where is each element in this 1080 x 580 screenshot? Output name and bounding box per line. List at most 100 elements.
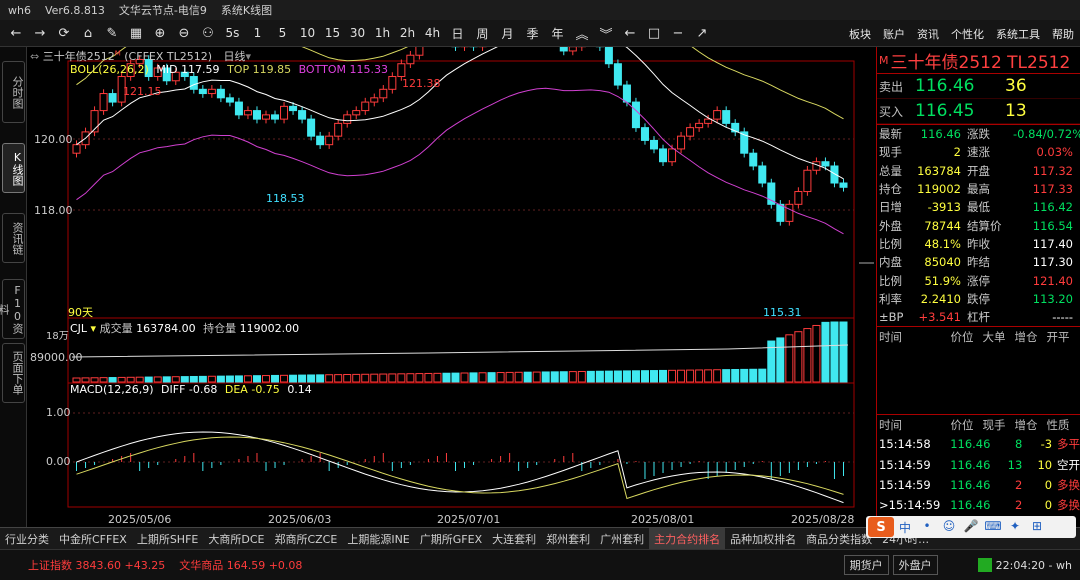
tick-volume: 2: [1014, 478, 1023, 492]
bottom-tab[interactable]: 广州套利: [595, 528, 649, 550]
period-button[interactable]: 5s: [220, 21, 245, 45]
refresh-icon[interactable]: ⟳: [52, 21, 76, 45]
volume-bar: [316, 374, 325, 383]
futures-account-button[interactable]: 期货户: [843, 555, 889, 575]
bottom-tab[interactable]: 上期能源INE: [342, 528, 414, 550]
index-2[interactable]: 文华商品 164.59 +0.08: [179, 557, 302, 573]
ime-item-icon[interactable]: ✦: [1004, 519, 1026, 536]
period-button[interactable]: 2h: [395, 21, 420, 45]
tab-order[interactable]: 页面下单: [2, 343, 25, 403]
period-button[interactable]: 4h: [420, 21, 445, 45]
home-icon[interactable]: ⌂: [76, 21, 100, 45]
bottom-tab[interactable]: 行业分类: [0, 528, 54, 550]
menu-item[interactable]: 帮助: [1052, 26, 1074, 42]
tab-timeshare[interactable]: 分时图: [2, 61, 25, 123]
tick-time: 15:14:59: [879, 478, 931, 492]
back-arrow-icon[interactable]: ←: [4, 21, 28, 45]
period-button[interactable]: 季: [520, 21, 545, 45]
menu-item[interactable]: 账户: [883, 26, 905, 42]
volume-bar: [207, 375, 216, 383]
menu-item[interactable]: 资讯: [917, 26, 939, 42]
volume-bar: [487, 372, 496, 383]
candle-body: [406, 54, 415, 65]
bottom-tab[interactable]: 中金所CFFEX: [54, 528, 132, 550]
status-bar: 上证指数 3843.60 +43.25 文华商品 164.59 +0.08 期货…: [0, 549, 1080, 580]
tick-price: 116.46: [950, 457, 991, 472]
period-button[interactable]: 30: [345, 21, 370, 45]
bottom-tab[interactable]: 主力合约排名: [649, 527, 726, 550]
period-button[interactable]: 5: [270, 21, 295, 45]
quote-value: 48.1%: [924, 236, 961, 251]
index-1[interactable]: 上证指数 3843.60 +43.25: [28, 557, 165, 573]
ime-item-icon[interactable]: ☺: [938, 519, 960, 536]
zoom-out-icon[interactable]: ⊖: [172, 21, 196, 45]
menu-item[interactable]: 系统工具: [996, 26, 1040, 42]
expand-icon[interactable]: ↗: [690, 21, 714, 45]
volume-bar: [180, 376, 189, 383]
tick-column-header: 时间: [879, 329, 902, 344]
volume-bar: [794, 331, 803, 383]
bid-row[interactable]: 买入 116.45 13: [877, 99, 1080, 124]
tick-header-1: 时间 价位 大单 增仓 开平: [877, 326, 1080, 346]
ime-item-icon[interactable]: ⌨: [982, 519, 1004, 536]
candle-body: [713, 110, 722, 120]
volume-bar: [559, 371, 568, 383]
period-button[interactable]: 日: [445, 21, 470, 45]
volume-bar: [631, 370, 640, 383]
ime-logo-icon[interactable]: S: [868, 517, 894, 537]
candle-body: [659, 148, 668, 163]
ime-item-icon[interactable]: •: [916, 519, 938, 536]
left-arrow-icon[interactable]: ←: [618, 21, 642, 45]
period-button[interactable]: 月: [495, 21, 520, 45]
tab-news-chain[interactable]: 资讯链: [2, 213, 25, 263]
menu-item[interactable]: 个性化: [951, 26, 984, 42]
volume-bar: [451, 372, 460, 383]
quote-key: 内盘: [879, 255, 902, 270]
kline-chart-area[interactable]: ⇔ 三十年债2512M (CFFEX TL2512) 日线▾ BOLL(26,2…: [28, 47, 876, 527]
period-button[interactable]: 10: [295, 21, 320, 45]
period-button[interactable]: 15: [320, 21, 345, 45]
bottom-tab[interactable]: 郑州套利: [541, 528, 595, 550]
ime-toolbar[interactable]: S 中 • ☺ 🎤 ⌨ ✦ ⊞: [866, 516, 1076, 538]
tick-oi-change: 0: [1044, 498, 1053, 513]
bottom-tab[interactable]: 大连套利: [487, 528, 541, 550]
volume-bar: [361, 373, 370, 383]
bottom-tab[interactable]: 上期所SHFE: [132, 528, 204, 550]
tick-row: 15:14:58 116.46 8 -3 多平: [877, 434, 1080, 454]
forward-arrow-icon[interactable]: →: [28, 21, 52, 45]
quote-row: 持仓 119002 最高 117.33: [877, 180, 1080, 198]
menu-item[interactable]: 板块: [849, 26, 871, 42]
ruler-icon[interactable]: ▦: [124, 21, 148, 45]
draw-line-icon[interactable]: ✎: [100, 21, 124, 45]
bottom-tab[interactable]: 品种加权排名: [725, 528, 801, 550]
quote-value: 78744: [924, 218, 961, 233]
quote-key: 总量: [879, 163, 902, 178]
minus-icon[interactable]: −: [666, 21, 690, 45]
period-button[interactable]: 周: [470, 21, 495, 45]
tab-kline[interactable]: K线图: [2, 143, 25, 193]
square-icon[interactable]: □: [642, 21, 666, 45]
period-dropdown-icon[interactable]: ▾: [246, 50, 252, 63]
zoom-in-icon[interactable]: ⊕: [148, 21, 172, 45]
double-up-icon[interactable]: ︽: [570, 21, 594, 45]
period-button[interactable]: 1: [245, 21, 270, 45]
chart-type-icon[interactable]: ⚇: [196, 21, 220, 45]
ime-item-icon[interactable]: 🎤: [960, 519, 982, 536]
volume-bar: [234, 375, 243, 383]
bottom-tab[interactable]: 广期所GFEX: [415, 528, 487, 550]
volume-bar: [243, 375, 252, 383]
ime-item-icon[interactable]: ⊞: [1026, 519, 1048, 536]
volume-bar: [325, 374, 334, 383]
candle-body: [198, 88, 207, 95]
foreign-account-button[interactable]: 外盘户: [892, 555, 938, 575]
tick-price: 116.46: [950, 437, 991, 452]
bottom-tab[interactable]: 郑商所CZCE: [269, 528, 342, 550]
kline-chart[interactable]: [28, 47, 876, 527]
double-down-icon[interactable]: ︾: [594, 21, 618, 45]
ime-item-icon[interactable]: 中: [894, 519, 916, 536]
tab-f10[interactable]: F10资料: [0, 279, 25, 339]
period-button[interactable]: 1h: [370, 21, 395, 45]
bottom-tab[interactable]: 大商所DCE: [203, 528, 269, 550]
ask-row[interactable]: 卖出 116.46 36: [877, 74, 1080, 99]
period-button[interactable]: 年: [545, 21, 570, 45]
